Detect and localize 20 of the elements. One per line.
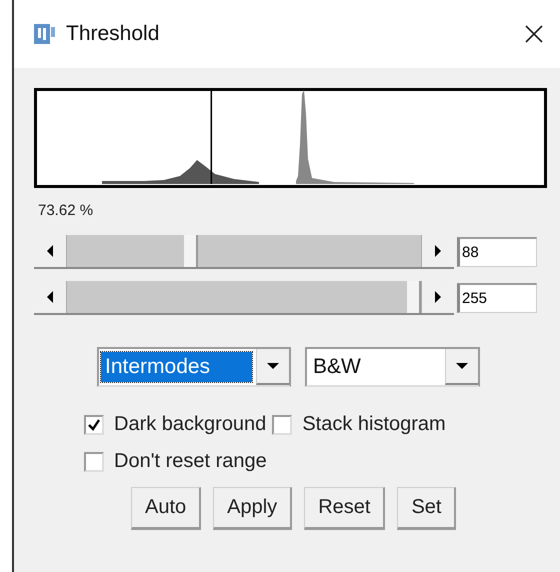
checkbox[interactable] xyxy=(84,452,104,472)
dialog-button[interactable]: Auto xyxy=(131,487,202,530)
percent-label: 73.62 % xyxy=(38,202,94,219)
dialog-button[interactable]: Set xyxy=(397,487,456,530)
app-icon xyxy=(34,24,56,44)
method-dropdown[interactable]: Intermodes xyxy=(97,347,291,387)
checkbox-label[interactable]: Stack histogram xyxy=(302,413,446,436)
dropdown-caret-icon[interactable] xyxy=(256,349,289,385)
close-icon[interactable] xyxy=(524,24,544,44)
checkbox[interactable] xyxy=(84,414,104,434)
dialog-button[interactable]: Reset xyxy=(304,487,386,530)
value-field[interactable]: 88 xyxy=(457,237,537,267)
dropdown-caret-icon[interactable] xyxy=(445,349,478,385)
checkbox[interactable] xyxy=(272,414,292,434)
window-title: Threshold xyxy=(66,22,160,46)
checkbox-label[interactable]: Dark background xyxy=(114,413,266,436)
value-field[interactable]: 255 xyxy=(457,283,537,313)
checkbox-label[interactable]: Don't reset range xyxy=(114,450,267,473)
method-dropdown[interactable]: B&W xyxy=(305,347,480,387)
dialog-button[interactable]: Apply xyxy=(213,487,292,530)
